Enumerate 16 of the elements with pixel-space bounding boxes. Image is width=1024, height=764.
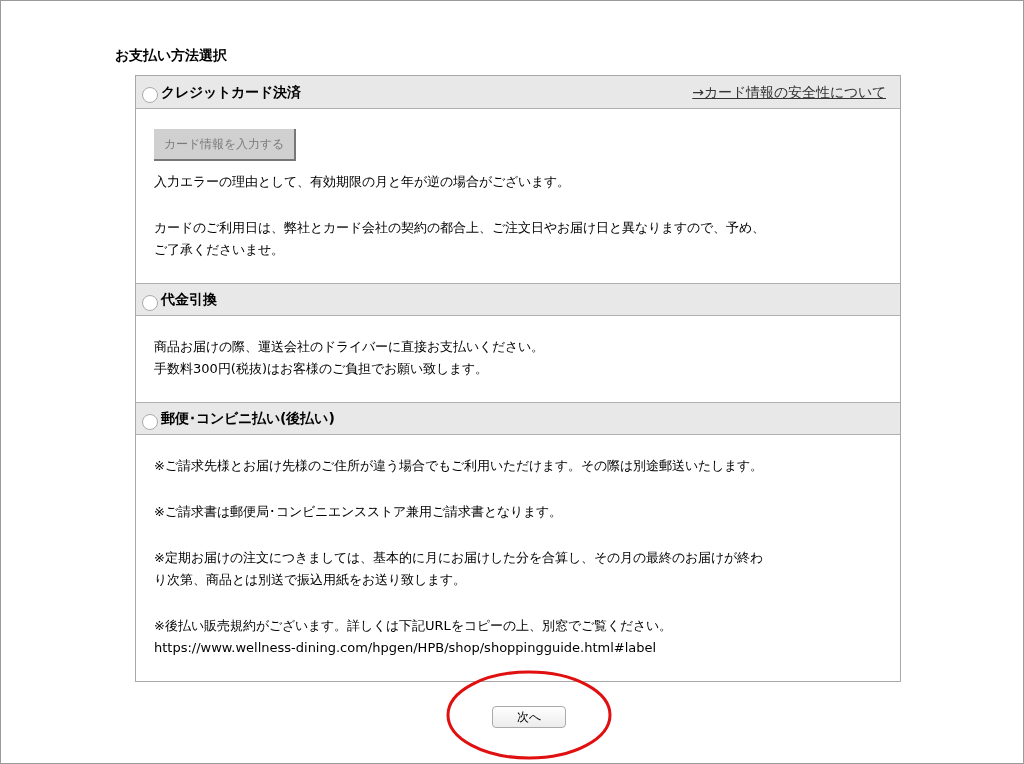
info-text: 商品お届けの際、運送会社のドライバーに直接お支払いください。 手数料300円(税抜)はお客様のご負担でお願い致します。 — [154, 338, 545, 378]
info-text: カードのご利用日は、弊社とカード会社の契約の都合上、ご注文日やお届け日と異なりますので、予め、 ご了承くださいませ。 — [154, 219, 766, 259]
info-text: 入力エラーの理由として、有効期限の月と年が逆の場合がございます。 — [154, 173, 571, 191]
radio-button[interactable] — [142, 87, 158, 103]
security-info-link[interactable]: →カード情報の安全性について — [692, 81, 894, 103]
next-button[interactable]: 次へ — [492, 706, 566, 728]
radio-button[interactable] — [142, 413, 158, 430]
payment-option-label[interactable]: 郵便･コンビニ払い(後払い) — [161, 408, 335, 429]
section-title: お支払い方法選択 — [115, 46, 228, 65]
info-text: ※定期お届けの注文につきましては、基本的に月にお届けした分を合算し、その月の最終のお届けが終わ り次第、商品とは別送で振込用紙をお送り致します。 — [154, 549, 764, 589]
info-text: ※ご請求書は郵便局･コンビニエンスストア兼用ご請求書となります。 — [154, 503, 563, 521]
info-text: ※後払い販売規約がございます。詳しくは下記URLをコピーの上、別窓でご覧ください。 https://www.wellness-dining.com/hpgen/HPB/shop/shoppingguide.html#label — [154, 617, 673, 657]
payment-option-label[interactable]: 代金引換 — [161, 289, 217, 310]
info-text: ※ご請求先様とお届け先様のご住所が違う場合でもご利用いただけます。その際は別途郵送いたします。 — [154, 457, 764, 475]
payment-option-label[interactable]: クレジットカード決済 — [161, 81, 301, 103]
radio-button[interactable] — [142, 294, 158, 311]
